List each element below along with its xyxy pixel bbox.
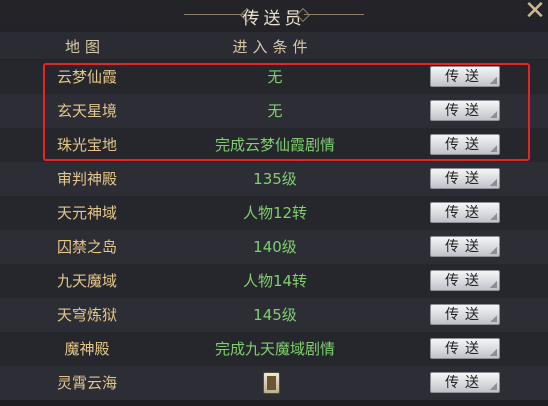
close-icon[interactable]: ✕ — [522, 0, 548, 26]
token-item-icon[interactable] — [263, 372, 280, 394]
teleporter-panel: 传送员 ✕ 地图 进入条件 云梦仙霞 无 传送 玄天星境 无 传送 珠光宝地 完… — [0, 0, 548, 406]
highlight-box — [43, 63, 530, 161]
teleport-button[interactable]: 传送 — [430, 270, 500, 291]
entry-condition: 140级 — [253, 238, 297, 256]
map-name: 天元神域 — [56, 204, 117, 222]
teleport-button[interactable]: 传送 — [430, 338, 500, 359]
map-name: 天穹炼狱 — [56, 306, 117, 324]
teleport-button[interactable]: 传送 — [430, 236, 500, 257]
header-map: 地图 — [64, 38, 105, 56]
table-row: 魔神殿 完成九天魔域剧情 传送 — [0, 332, 548, 366]
table-row: 囚禁之岛 140级 传送 — [0, 230, 548, 264]
title-ornament-right — [304, 14, 364, 15]
teleport-button[interactable]: 传送 — [430, 372, 500, 393]
map-name: 九天魔域 — [56, 272, 117, 290]
entry-condition: 完成九天魔域剧情 — [214, 340, 335, 358]
entry-condition: 135级 — [253, 170, 297, 188]
title-bar: 传送员 ✕ — [0, 0, 548, 30]
table-row: 审判神殿 135级 传送 — [0, 162, 548, 196]
header-condition: 进入条件 — [232, 38, 313, 56]
map-name: 魔神殿 — [64, 340, 110, 358]
table-row: 天穹炼狱 145级 传送 — [0, 298, 548, 332]
entry-condition: 145级 — [253, 306, 297, 324]
teleport-button[interactable]: 传送 — [430, 304, 500, 325]
teleport-button[interactable]: 传送 — [430, 168, 500, 189]
teleport-button[interactable]: 传送 — [430, 202, 500, 223]
table-header: 地图 进入条件 — [0, 32, 548, 59]
map-name: 审判神殿 — [56, 170, 117, 188]
entry-condition: 人物12转 — [242, 204, 308, 222]
entry-condition: 人物14转 — [242, 272, 308, 290]
map-name: 囚禁之岛 — [56, 238, 117, 256]
table-row: 天元神域 人物12转 传送 — [0, 196, 548, 230]
dialog-title: 传送员 — [242, 9, 306, 29]
table-row: 灵霄云海 传送 — [0, 366, 548, 400]
table-row: 九天魔域 人物14转 传送 — [0, 264, 548, 298]
map-name: 灵霄云海 — [56, 374, 117, 392]
